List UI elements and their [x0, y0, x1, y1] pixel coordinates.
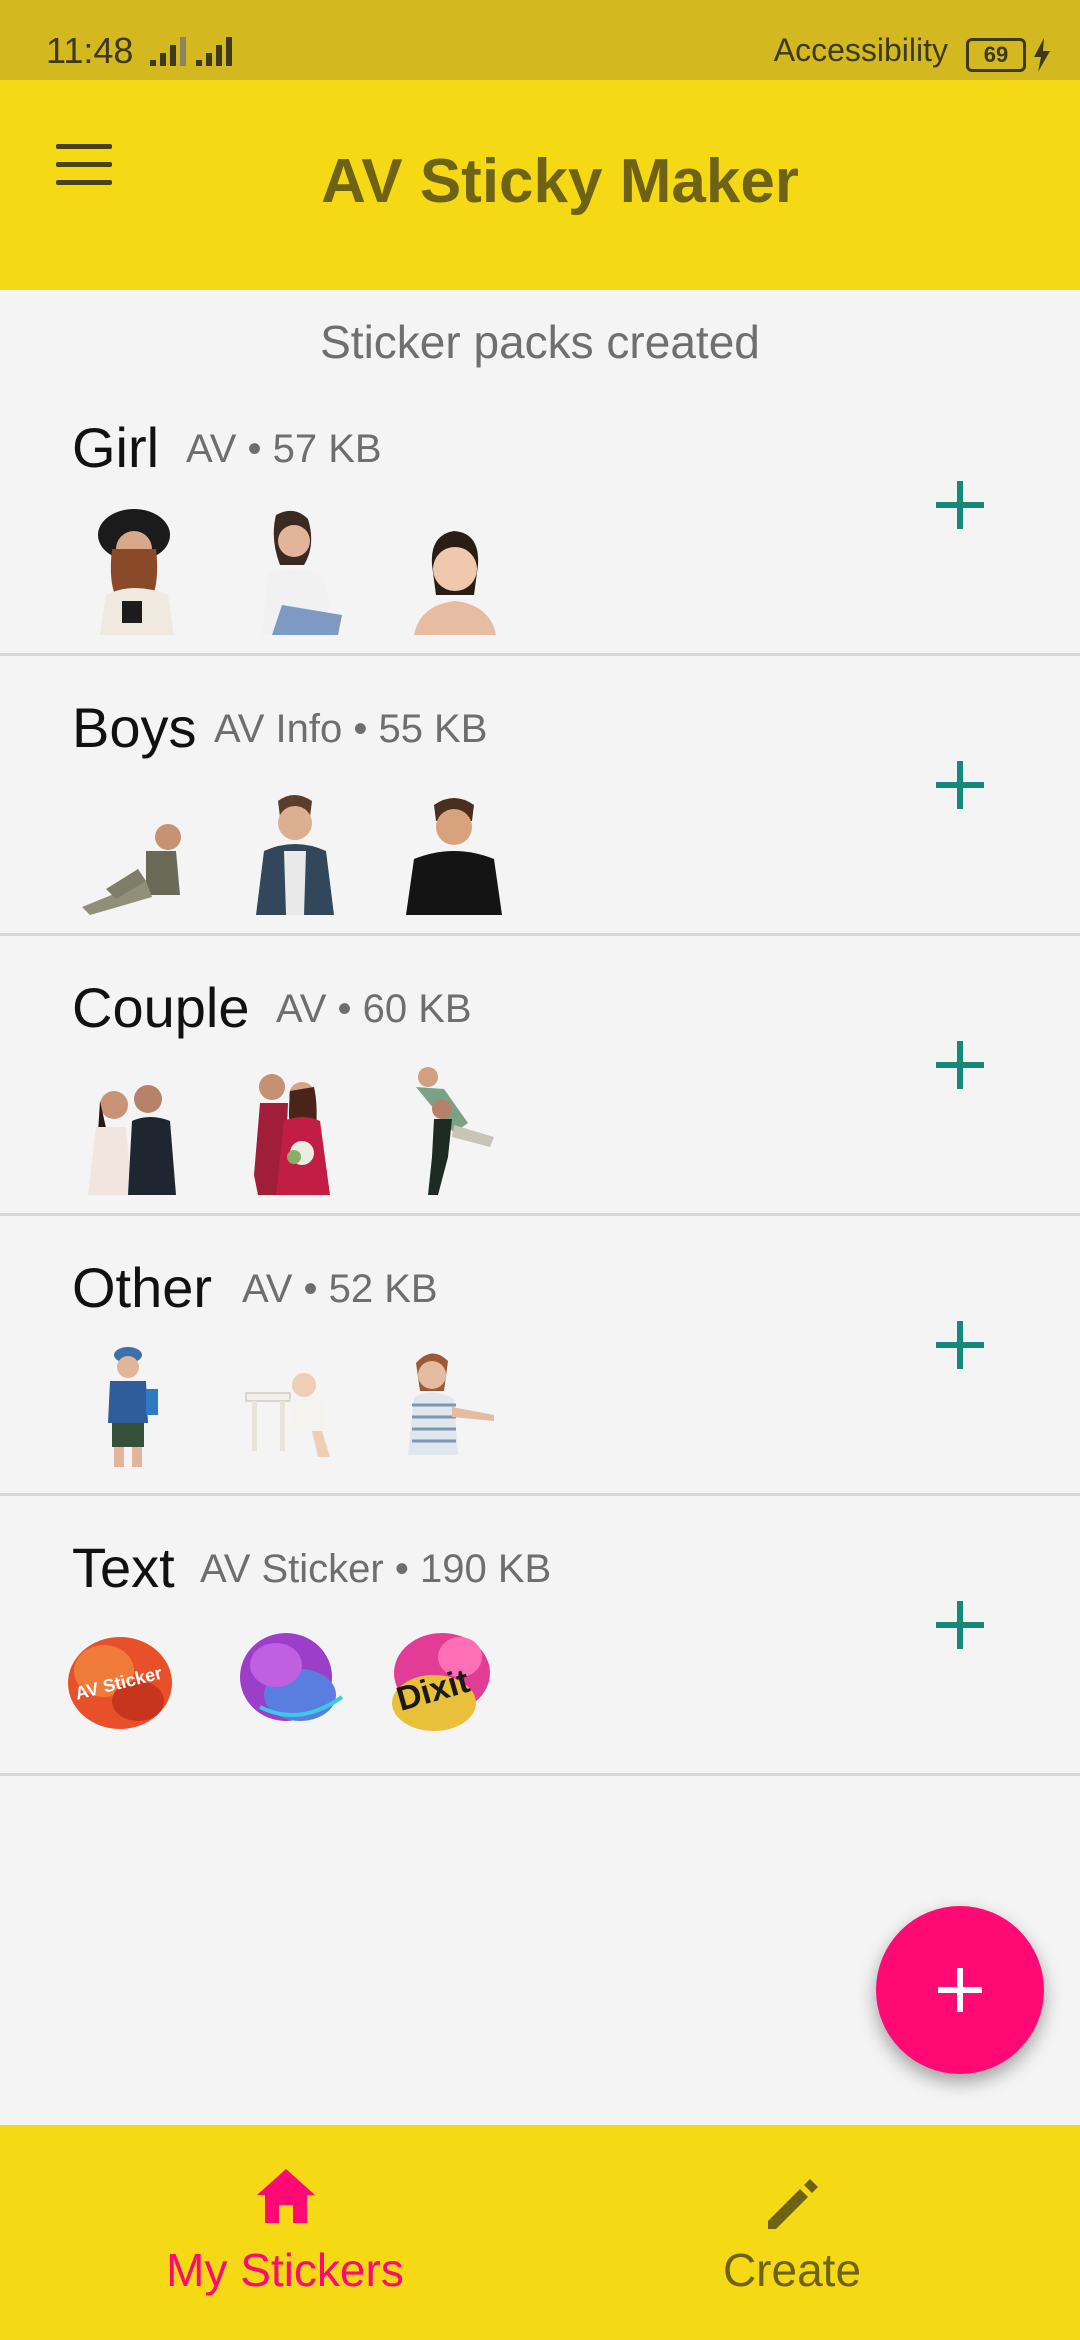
bottom-navigation: My Stickers Create	[0, 2125, 1080, 2340]
sticker-woman-gesture-image	[408, 1353, 494, 1455]
sticker-couple-lift-image	[416, 1067, 494, 1195]
sticker-baby-stool-image	[245, 1373, 330, 1457]
add-to-whatsapp-icon[interactable]	[920, 745, 1000, 825]
sticker-girl-portrait-image	[414, 531, 496, 635]
add-to-whatsapp-icon[interactable]	[920, 1305, 1000, 1385]
sticker-pack-girl[interactable]: Girl AV • 57 KB	[0, 375, 1080, 656]
pack-name: Couple	[72, 976, 250, 1039]
pack-meta: AV Info • 55 KB	[214, 707, 488, 751]
signal-icon	[196, 37, 232, 66]
nav-label: My Stickers	[166, 2244, 404, 2296]
add-to-whatsapp-icon[interactable]	[920, 1025, 1000, 1105]
add-to-whatsapp-icon[interactable]	[920, 465, 1000, 545]
signal-icon	[150, 37, 186, 66]
pack-name: Other	[72, 1256, 213, 1319]
sticker-pack-text[interactable]: Text AV Sticker • 190 KB AV Sticker Dixi…	[0, 1495, 1080, 1776]
plus-icon	[938, 1968, 982, 2012]
pack-name: Girl	[72, 416, 160, 479]
pack-meta: AV Sticker • 190 KB	[200, 1547, 552, 1591]
sticker-text-purple-image	[240, 1633, 344, 1721]
nav-my-stickers[interactable]: My Stickers	[15, 2125, 555, 2340]
nav-create[interactable]: Create	[522, 2125, 1062, 2340]
sticker-boy-black-shirt-image	[406, 798, 502, 915]
sticker-girl-sitting-image	[262, 510, 342, 635]
app-title: AV Sticky Maker	[321, 147, 799, 216]
sticker-boy-jacket-image	[256, 795, 334, 915]
status-accessibility: Accessibility	[773, 32, 948, 68]
sticker-girl-hat-image	[98, 509, 174, 635]
pack-name: Boys	[72, 696, 197, 759]
battery-level: 69	[983, 42, 1009, 67]
pencil-icon	[768, 2179, 818, 2229]
pack-meta: AV • 57 KB	[186, 427, 382, 471]
section-title: Sticker packs created	[320, 316, 760, 368]
sticker-text-dixit-image: Dixit	[392, 1633, 490, 1731]
sticker-pack-other[interactable]: Other AV • 52 KB	[0, 1215, 1080, 1496]
pack-meta: AV • 52 KB	[242, 1267, 438, 1311]
sticker-kid-image	[108, 1347, 158, 1467]
battery-icon: 69	[966, 38, 1026, 72]
charging-icon	[1034, 38, 1050, 72]
home-icon	[257, 2169, 315, 2223]
status-time: 11:48	[46, 30, 134, 71]
status-bar: 11:48 Accessibility 69	[0, 0, 1080, 80]
sticker-pack-couple[interactable]: Couple AV • 60 KB	[0, 935, 1080, 1216]
sticker-pack-boys[interactable]: Boys AV Info • 55 KB	[0, 655, 1080, 936]
create-pack-fab[interactable]	[876, 1906, 1044, 2074]
sticker-boy-sitting-image	[82, 824, 181, 915]
pack-meta: AV • 60 KB	[276, 987, 472, 1031]
add-to-whatsapp-icon[interactable]	[920, 1585, 1000, 1665]
pack-name: Text	[72, 1536, 175, 1599]
sticker-couple-bouquet-image	[254, 1074, 330, 1195]
app-bar: AV Sticky Maker	[0, 80, 1080, 290]
sticker-couple-embrace-image	[88, 1085, 176, 1195]
sticker-text-av-sticker-image: AV Sticker	[68, 1637, 172, 1729]
nav-label: Create	[722, 2244, 862, 2296]
